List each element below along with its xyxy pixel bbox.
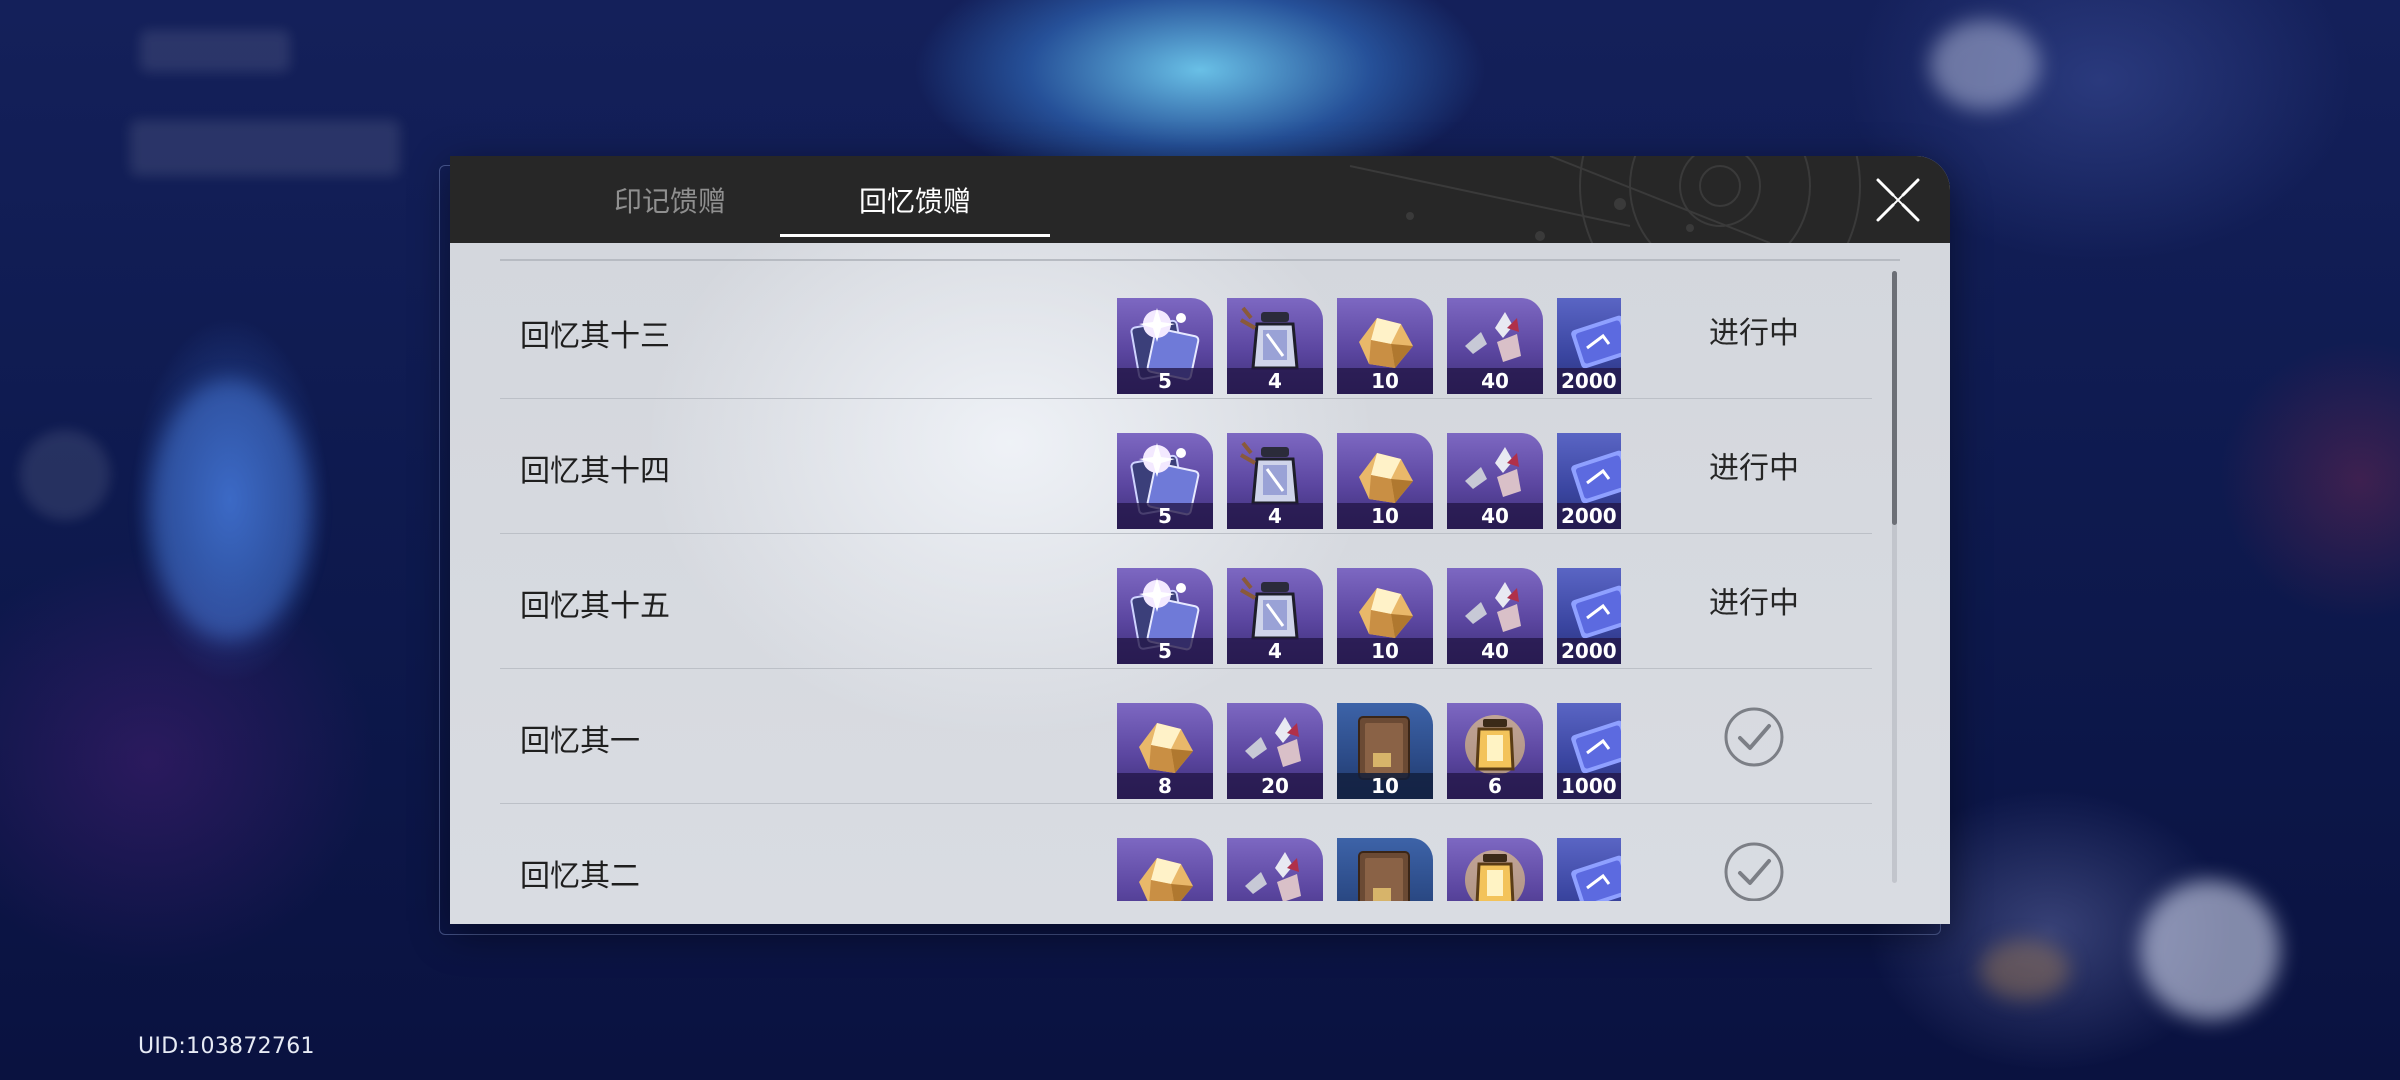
background-panel xyxy=(130,120,400,176)
claimed-check-icon xyxy=(1724,842,1784,901)
reward-item[interactable]: 5 xyxy=(1117,298,1213,394)
reward-item[interactable]: 5 xyxy=(1117,433,1213,529)
gift-dialog: 印记馈赠 回忆馈赠 回忆其十三 5 4 10 40 2000 进行中 回忆其十四 5 4 10 40 2… xyxy=(450,156,1950,924)
reward-item[interactable]: 6 xyxy=(1447,703,1543,799)
background-glow xyxy=(1930,20,2040,110)
reward-item[interactable]: 10 xyxy=(1337,568,1433,664)
reward-item[interactable] xyxy=(1337,838,1433,901)
reward-item[interactable]: 10 xyxy=(1337,298,1433,394)
reward-list-panel: 回忆其十三 5 4 10 40 2000 进行中 回忆其十四 5 4 10 40 2000 进行中 回忆其十… xyxy=(450,243,1950,924)
background-glow xyxy=(1980,940,2070,1000)
reward-row-title: 回忆其十五 xyxy=(520,589,670,624)
reward-list[interactable]: 回忆其十三 5 4 10 40 2000 进行中 回忆其十四 5 4 10 40 2000 进行中 回忆其十… xyxy=(500,263,1872,901)
tab-label: 印记馈赠 xyxy=(613,184,726,218)
divider xyxy=(500,259,1900,261)
reward-quantity: 20 xyxy=(1227,773,1323,799)
status-in-progress: 进行中 xyxy=(1709,586,1799,621)
reward-quantity: 1000 xyxy=(1557,773,1621,799)
reward-row-title: 回忆其二 xyxy=(520,859,640,894)
tab-memory-gift[interactable]: 回忆馈赠 xyxy=(780,156,1050,243)
user-id: UID:103872761 xyxy=(138,1034,315,1059)
reward-quantity: 40 xyxy=(1447,368,1543,394)
reward-quantity: 10 xyxy=(1337,368,1433,394)
reward-item[interactable]: 8 xyxy=(1117,703,1213,799)
background-panel xyxy=(140,30,290,72)
scrollbar-thumb[interactable] xyxy=(1892,271,1897,525)
reward-row: 回忆其十四 5 4 10 40 2000 进行中 xyxy=(500,398,1872,534)
reward-item[interactable] xyxy=(1117,838,1213,901)
tab-label: 回忆馈赠 xyxy=(858,184,971,218)
reward-row: 回忆其十五 5 4 10 40 2000 进行中 xyxy=(500,533,1872,669)
tab-mark-gift[interactable]: 印记馈赠 xyxy=(560,156,780,243)
scrollbar[interactable] xyxy=(1892,271,1897,883)
close-icon[interactable] xyxy=(1872,174,1924,226)
reward-row: 回忆其二 xyxy=(500,803,1872,901)
reward-quantity: 2000 xyxy=(1557,503,1621,529)
reward-item[interactable]: 4 xyxy=(1227,433,1323,529)
reward-quantity: 2000 xyxy=(1557,638,1621,664)
background-glow xyxy=(2140,880,2280,1020)
reward-row: 回忆其十三 5 4 10 40 2000 进行中 xyxy=(500,263,1872,399)
dialog-header: 印记馈赠 回忆馈赠 xyxy=(450,156,1950,243)
reward-item[interactable]: 4 xyxy=(1227,298,1323,394)
reward-row: 回忆其一 8 20 10 6 1000 xyxy=(500,668,1872,804)
status-in-progress: 进行中 xyxy=(1709,316,1799,351)
background-panel xyxy=(20,430,110,520)
reward-quantity: 2000 xyxy=(1557,368,1621,394)
reward-item[interactable]: 2000 xyxy=(1557,298,1621,394)
reward-quantity: 4 xyxy=(1227,503,1323,529)
reward-quantity: 10 xyxy=(1337,773,1433,799)
reward-item[interactable]: 40 xyxy=(1447,298,1543,394)
reward-row-title: 回忆其十三 xyxy=(520,319,670,354)
active-tab-indicator xyxy=(780,234,1050,237)
reward-quantity: 8 xyxy=(1117,773,1213,799)
reward-item[interactable]: 10 xyxy=(1337,703,1433,799)
reward-quantity: 4 xyxy=(1227,638,1323,664)
reward-quantity: 5 xyxy=(1117,368,1213,394)
reward-quantity: 4 xyxy=(1227,368,1323,394)
reward-item[interactable]: 4 xyxy=(1227,568,1323,664)
reward-item[interactable]: 2000 xyxy=(1557,568,1621,664)
reward-quantity: 5 xyxy=(1117,503,1213,529)
reward-row-title: 回忆其一 xyxy=(520,724,640,759)
reward-quantity: 40 xyxy=(1447,638,1543,664)
reward-row-title: 回忆其十四 xyxy=(520,454,670,489)
background-glow xyxy=(150,380,310,640)
reward-quantity: 6 xyxy=(1447,773,1543,799)
reward-quantity: 5 xyxy=(1117,638,1213,664)
reward-item[interactable]: 2000 xyxy=(1557,433,1621,529)
reward-quantity: 10 xyxy=(1337,503,1433,529)
reward-item[interactable]: 10 xyxy=(1337,433,1433,529)
reward-quantity: 10 xyxy=(1337,638,1433,664)
reward-item[interactable]: 20 xyxy=(1227,703,1323,799)
reward-item[interactable]: 40 xyxy=(1447,568,1543,664)
claimed-check-icon xyxy=(1724,707,1784,767)
reward-item[interactable]: 1000 xyxy=(1557,703,1621,799)
reward-quantity: 40 xyxy=(1447,503,1543,529)
reward-item[interactable] xyxy=(1447,838,1543,901)
reward-item[interactable]: 5 xyxy=(1117,568,1213,664)
reward-item[interactable]: 40 xyxy=(1447,433,1543,529)
reward-item[interactable] xyxy=(1557,838,1621,901)
reward-item[interactable] xyxy=(1227,838,1323,901)
status-in-progress: 进行中 xyxy=(1709,451,1799,486)
